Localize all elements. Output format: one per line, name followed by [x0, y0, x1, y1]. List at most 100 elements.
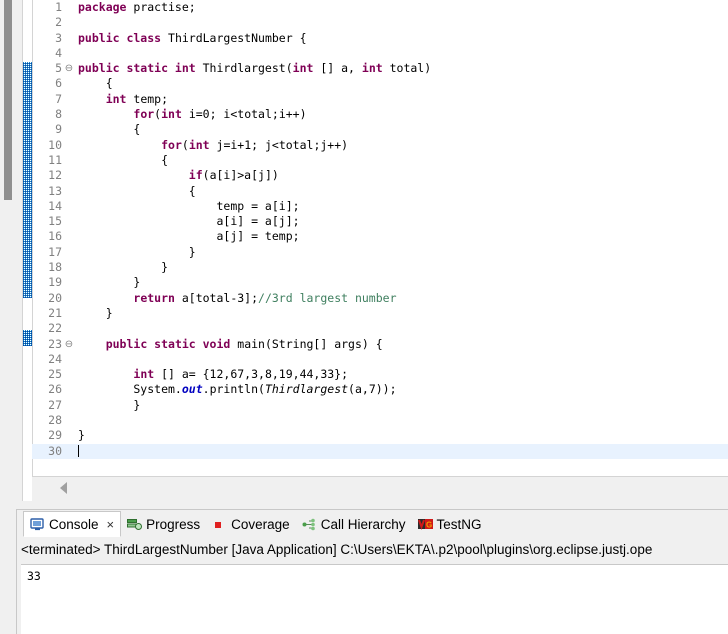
code-line[interactable]: 9 { [32, 122, 728, 137]
code-text: } [78, 306, 113, 321]
line-number: 8 [55, 107, 62, 122]
code-token: [] a, [313, 61, 362, 76]
line-number: 2 [55, 15, 62, 30]
code-token: } [78, 275, 141, 290]
java-editor[interactable]: 1 package practise; 2 3 public class ThirdLa… [0, 0, 728, 501]
console-icon [30, 517, 45, 531]
code-text: } [78, 398, 140, 413]
line-number: 7 [55, 91, 62, 106]
console-output-text[interactable]: 33 [21, 564, 728, 634]
line-number: 18 [48, 260, 62, 275]
editor-vertical-scrollbar-thumb[interactable] [4, 0, 12, 200]
console-tab-call-hierarchy[interactable]: Call Hierarchy [296, 511, 412, 537]
code-line[interactable]: 14 temp = a[i]; [32, 199, 728, 214]
code-line[interactable]: 24 [32, 352, 728, 367]
code-line[interactable]: 27 } [32, 398, 728, 413]
scroll-left-icon[interactable] [60, 482, 67, 494]
code-text: } [78, 428, 85, 443]
code-line[interactable]: 23 ⊖ public static void main(String[] arg… [32, 337, 728, 352]
code-line[interactable]: 25 int [] a= {12,67,3,8,19,44,33}; [32, 367, 728, 382]
line-number: 10 [48, 137, 62, 152]
close-icon[interactable]: × [107, 517, 115, 532]
code-line[interactable]: 6 { [32, 76, 728, 91]
code-line[interactable]: 12 if(a[i]>a[j]) [32, 168, 728, 183]
code-line[interactable]: 13 { [32, 184, 728, 199]
line-number: 23 [48, 336, 62, 351]
code-text: { [78, 153, 168, 168]
code-token: out [181, 382, 203, 397]
fold-collapse-icon[interactable]: ⊖ [64, 61, 74, 76]
code-text: for(int i=0; i<total;i++) [78, 107, 307, 122]
code-token: for [161, 137, 182, 152]
code-token: } [78, 428, 85, 443]
fold-collapse-icon[interactable]: ⊖ [64, 337, 74, 352]
code-line[interactable]: 7 int temp; [32, 92, 728, 107]
code-token: //3rd largest number [258, 290, 397, 305]
console-tab-coverage[interactable]: Coverage [206, 511, 296, 537]
code-lines[interactable]: 1 package practise; 2 3 public class ThirdLa… [32, 0, 728, 459]
code-line[interactable]: 2 [32, 15, 728, 30]
code-line[interactable]: 15 a[i] = a[j]; [32, 214, 728, 229]
code-token: i=0; i<total;i++) [181, 107, 307, 122]
code-token: Thirdlargest [264, 382, 349, 397]
code-line[interactable]: 18 } [32, 260, 728, 275]
code-text: { [78, 76, 113, 91]
line-number: 17 [48, 244, 62, 259]
code-line[interactable]: 28 [32, 413, 728, 428]
code-text: package practise; [78, 0, 196, 15]
line-number: 9 [55, 122, 62, 137]
testng-icon: G [417, 518, 434, 531]
code-line[interactable]: 22 [32, 321, 728, 336]
code-token: Thirdlargest( [202, 61, 293, 76]
console-panel: Console × Progress Coverage Call Hierarchy G T… [0, 501, 728, 634]
console-tab-console[interactable]: Console × [23, 511, 122, 537]
line-number: 5 [55, 61, 62, 76]
line-number: 25 [48, 367, 62, 382]
line-number: 28 [48, 413, 62, 428]
code-line[interactable]: 20 return a[total-3];//3rd largest numbe… [32, 291, 728, 306]
code-token: a[i] = a[j]; [78, 214, 300, 229]
code-text: a[j] = temp; [78, 229, 299, 244]
editor-horizontal-scrollbar[interactable] [32, 476, 728, 501]
code-line[interactable]: 16 a[j] = temp; [32, 229, 728, 244]
code-text: return a[total-3];//3rd largest number [78, 290, 397, 306]
code-token: (a,7)); [348, 382, 397, 397]
console-tab-progress[interactable]: Progress [121, 511, 206, 537]
line-number: 29 [48, 428, 62, 443]
code-text: if(a[i]>a[j]) [78, 168, 279, 183]
line-number: 16 [48, 229, 62, 244]
line-number: 4 [55, 45, 62, 60]
editor-vertical-scrollbar[interactable] [0, 0, 16, 501]
code-line[interactable]: 4 [32, 46, 728, 61]
code-line[interactable]: 30 [32, 443, 728, 459]
code-line[interactable]: 19 } [32, 275, 728, 290]
line-number: 30 [48, 443, 62, 458]
code-token: ( [181, 137, 189, 152]
code-canvas[interactable]: 1 package practise; 2 3 public class ThirdLa… [32, 0, 728, 476]
code-line[interactable]: 10 for(int j=i+1; j<total;j++) [32, 138, 728, 153]
code-line[interactable]: 17 } [32, 245, 728, 260]
svg-text:G: G [426, 520, 432, 529]
code-token: { [78, 76, 113, 91]
code-line[interactable]: 26 System.out.println(Thirdlargest(a,7))… [32, 382, 728, 397]
code-line[interactable]: 3 public class ThirdLargestNumber { [32, 31, 728, 46]
code-line[interactable]: 5 ⊖ public static int Thirdlargest(int [] … [32, 61, 728, 76]
code-line[interactable]: 11 { [32, 153, 728, 168]
code-token: int [361, 61, 383, 76]
code-token: int [161, 107, 182, 122]
console-tab-testng[interactable]: G TestNG [411, 511, 487, 537]
code-line[interactable]: 8 for(int i=0; i<total;i++) [32, 107, 728, 122]
code-line[interactable]: 21 } [32, 306, 728, 321]
code-token: temp; [126, 91, 169, 106]
code-token: } [78, 397, 141, 412]
code-line[interactable]: 1 package practise; [32, 0, 728, 15]
console-tab-label: Progress [146, 516, 201, 532]
code-line[interactable]: 29} [32, 428, 728, 443]
console-tab-bar[interactable]: Console × Progress Coverage Call Hierarchy G T… [17, 510, 728, 538]
code-token: .println( [202, 382, 265, 397]
